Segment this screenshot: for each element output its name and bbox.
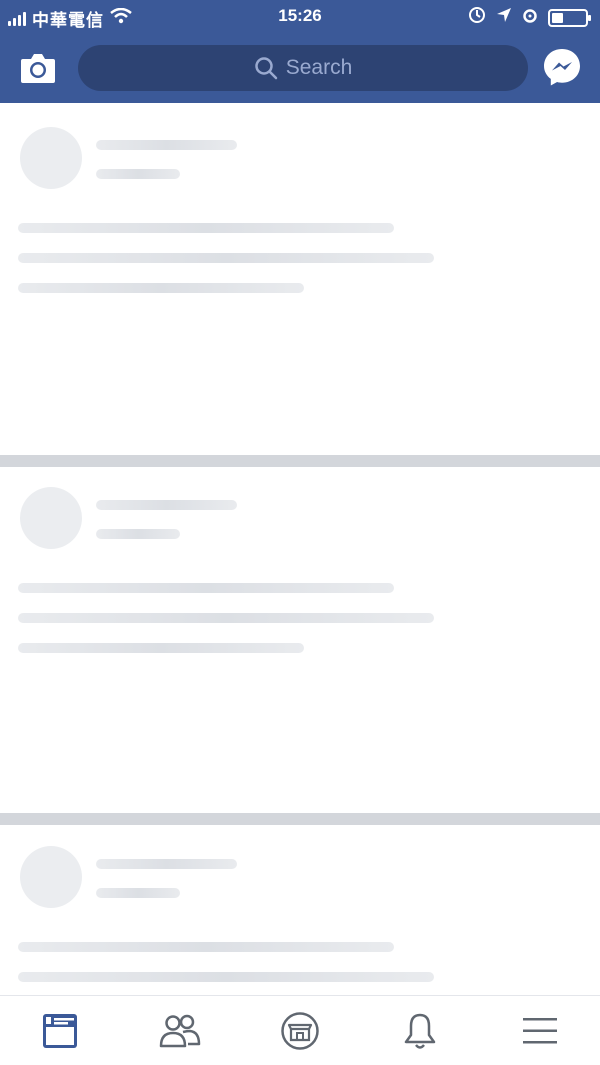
tab-friends[interactable] [120, 996, 240, 1065]
app-header: 中華電信 15:26 Search [0, 0, 600, 103]
search-placeholder: Search [285, 56, 353, 79]
text-line-placeholder [18, 643, 304, 653]
search-icon [254, 57, 277, 80]
avatar-placeholder [20, 487, 82, 549]
news-feed-icon [43, 1013, 77, 1048]
avatar-placeholder [20, 127, 82, 189]
name-placeholder [96, 500, 237, 510]
bottom-tab-bar [0, 995, 600, 1065]
friends-icon [159, 1014, 201, 1047]
battery-icon [548, 8, 591, 27]
loading-post-placeholder [0, 103, 600, 455]
text-line-placeholder [18, 253, 434, 263]
location-lock-icon [468, 6, 486, 29]
news-feed[interactable] [0, 103, 600, 995]
camera-button[interactable] [18, 48, 58, 88]
text-line-placeholder [18, 972, 434, 982]
search-bar[interactable]: Search [78, 45, 528, 91]
camera-icon [21, 54, 55, 83]
alarm-icon [522, 7, 538, 28]
facebook-home-screen: 中華電信 15:26 Search [0, 0, 600, 1065]
location-arrow-icon [496, 7, 512, 28]
loading-post-placeholder [0, 825, 600, 995]
battery-level [552, 12, 563, 23]
post-divider [0, 455, 600, 467]
timestamp-placeholder [96, 888, 180, 898]
loading-post-placeholder [0, 467, 600, 813]
timestamp-placeholder [96, 529, 180, 539]
timestamp-placeholder [96, 169, 180, 179]
messenger-button[interactable] [542, 47, 582, 87]
tab-marketplace[interactable] [240, 996, 360, 1065]
status-bar: 中華電信 15:26 [0, 0, 600, 34]
status-right [468, 6, 591, 29]
menu-icon [523, 1017, 557, 1043]
text-line-placeholder [18, 223, 394, 233]
text-line-placeholder [18, 942, 394, 952]
text-line-placeholder [18, 613, 434, 623]
tab-notifications[interactable] [360, 996, 480, 1065]
text-line-placeholder [18, 283, 304, 293]
name-placeholder [96, 859, 237, 869]
marketplace-icon [281, 1011, 319, 1050]
bell-icon [404, 1013, 436, 1049]
tab-menu[interactable] [480, 996, 600, 1065]
messenger-icon [544, 49, 580, 86]
text-line-placeholder [18, 583, 394, 593]
tab-news-feed[interactable] [0, 996, 120, 1065]
avatar-placeholder [20, 846, 82, 908]
name-placeholder [96, 140, 237, 150]
post-divider [0, 813, 600, 825]
